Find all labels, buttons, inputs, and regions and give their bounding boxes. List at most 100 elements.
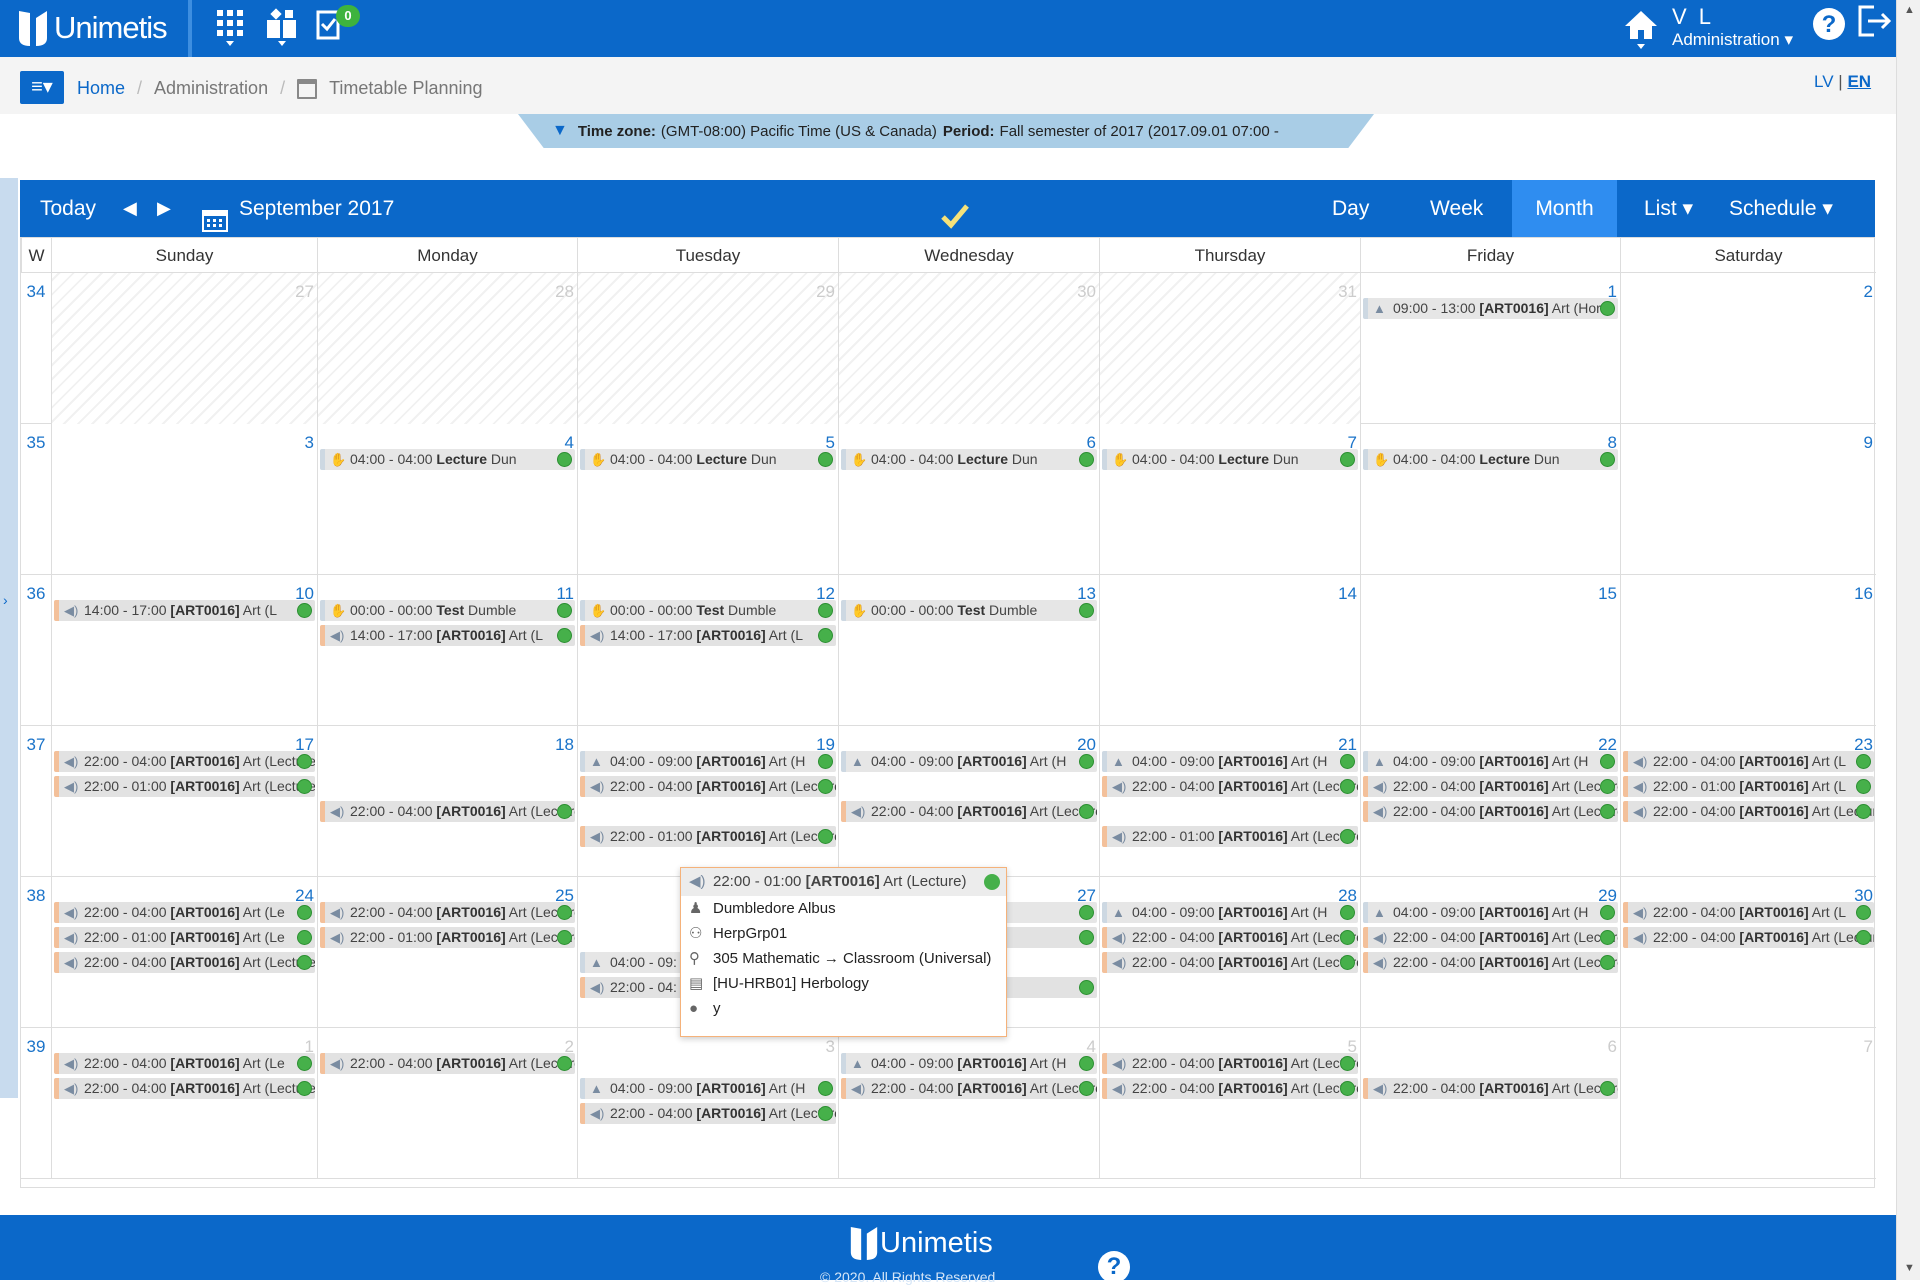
day-cell[interactable]: 19 ▲ 04:00 - 09:00 [ART0016] Art (H ◀) 22:00… [577, 726, 838, 877]
calendar-event[interactable]: ▲ 04:00 - 09:00 [ART0016] Art (H [841, 1053, 1097, 1074]
logout-icon[interactable] [1856, 3, 1892, 44]
day-cell[interactable]: 6 ✋ 04:00 - 04:00 Lecture Dun [838, 424, 1099, 575]
day-cell[interactable]: 1 ◀) 22:00 - 04:00 [ART0016] Art (Le ◀) 22:0… [51, 1028, 317, 1179]
app-logo[interactable]: Unimetis [16, 4, 168, 52]
calendar-event[interactable]: ▲ 09:00 - 13:00 [ART0016] Art (Hor [1363, 298, 1618, 319]
calendar-event[interactable]: ▲ 04:00 - 09:00 [ART0016] Art (H [841, 751, 1097, 772]
day-cell[interactable]: 14 [1099, 575, 1360, 726]
calendar-event[interactable]: ◀) 22:00 - 04:00 [ART0016] Art (Lecture) … [1102, 1078, 1358, 1099]
day-number[interactable]: 28 [555, 282, 574, 302]
lang-en[interactable]: EN [1847, 72, 1871, 91]
day-cell[interactable]: 7 [1620, 1028, 1876, 1179]
calendar-event[interactable]: ◀) 22:00 - 04:00 [ART0016] Art (L [1623, 751, 1874, 772]
day-cell[interactable]: 2 [1620, 273, 1876, 424]
calendar-event[interactable]: ✋ 00:00 - 00:00 Test Dumble [580, 600, 836, 621]
day-cell[interactable]: 5 ✋ 04:00 - 04:00 Lecture Dun [577, 424, 838, 575]
calendar-event[interactable]: ◀) 22:00 - 04:00 [ART0016] Art (Lecture) … [841, 1078, 1097, 1099]
calendar-event[interactable]: ◀) 22:00 - 04:00 [ART0016] Art (Lecture) … [580, 776, 836, 797]
calendar-event[interactable]: ◀) 22:00 - 04:00 [ART0016] Art (Lecture) … [54, 751, 315, 772]
date-picker-icon[interactable] [202, 197, 228, 232]
day-cell[interactable]: 28 ▲ 04:00 - 09:00 [ART0016] Art (H ◀) 22:00… [1099, 877, 1360, 1028]
day-number[interactable]: 14 [1338, 584, 1357, 604]
calendar-event[interactable]: ◀) 22:00 - 04:00 [ART0016] Art (Lecture) … [1102, 1053, 1358, 1074]
footer-help-icon[interactable]: ? [1098, 1251, 1130, 1283]
calendar-event[interactable]: ◀) 22:00 - 04:00 [ART0016] Art (Lecture) … [320, 902, 575, 923]
calendar-event[interactable]: ◀) 22:00 - 04:00 [ART0016] Art (Lecture) … [841, 801, 1097, 822]
calendar-event[interactable]: ◀) 22:00 - 04:00 [ART0016] Art (Lecture) … [320, 801, 575, 822]
day-cell[interactable]: 23 ◀) 22:00 - 04:00 [ART0016] Art (L ◀) 22:0… [1620, 726, 1876, 877]
view-day-button[interactable]: Day [1332, 180, 1369, 237]
day-cell[interactable]: 3 [51, 424, 317, 575]
calendar-event[interactable]: ◀) 22:00 - 04:00 [ART0016] Art (Lecture) … [54, 1078, 315, 1099]
next-arrow-icon[interactable]: ▶ [157, 180, 171, 237]
calendar-event[interactable]: ◀) 22:00 - 04:00 [ART0016] Art (Lecture) … [1363, 801, 1618, 822]
day-cell[interactable]: 30 [838, 273, 1099, 424]
day-number[interactable]: 16 [1854, 584, 1873, 604]
view-month-button[interactable]: Month [1512, 180, 1617, 237]
calendar-event[interactable]: ◀) 22:00 - 01:00 [ART0016] Art (Lecture) … [1102, 826, 1358, 847]
calendar-event[interactable]: ◀) 22:00 - 01:00 [ART0016] Art (L [1623, 776, 1874, 797]
day-number[interactable]: 3 [305, 433, 314, 453]
calendar-event[interactable]: ◀) 22:00 - 04:00 [ART0016] Art (Lecture) … [320, 1053, 575, 1074]
calendar-event[interactable]: ◀) 22:00 - 04:00 [ART0016] Art (Lecture) … [1102, 927, 1358, 948]
calendar-event[interactable]: ◀) 14:00 - 17:00 [ART0016] Art (L [320, 625, 575, 646]
calendar-event[interactable]: ✋ 04:00 - 04:00 Lecture Dun [1363, 449, 1618, 470]
day-number[interactable]: 29 [816, 282, 835, 302]
view-week-button[interactable]: Week [1430, 180, 1483, 237]
calendar-event[interactable]: ▲ 04:00 - 09:00 [ART0016] Art (H [1102, 902, 1358, 923]
day-number[interactable]: 6 [1608, 1037, 1617, 1057]
day-cell[interactable]: 27 [51, 273, 317, 424]
day-cell[interactable]: 16 [1620, 575, 1876, 726]
day-cell[interactable]: 30 ◀) 22:00 - 04:00 [ART0016] Art (L ◀) 22:0… [1620, 877, 1876, 1028]
week-number[interactable]: 34 [21, 273, 51, 424]
calendar-event[interactable]: ◀) 22:00 - 04:00 [ART0016] Art (Lecture) … [1363, 952, 1618, 973]
day-cell[interactable]: 15 [1360, 575, 1620, 726]
apps-grid-icon[interactable] [216, 8, 244, 53]
day-number[interactable]: 15 [1598, 584, 1617, 604]
day-cell[interactable]: 17 ◀) 22:00 - 04:00 [ART0016] Art (Lecture… [51, 726, 317, 877]
day-number[interactable]: 7 [1864, 1037, 1873, 1057]
checkmark-icon[interactable] [940, 194, 970, 229]
day-number[interactable]: 30 [1077, 282, 1096, 302]
day-cell[interactable]: 8 ✋ 04:00 - 04:00 Lecture Dun [1360, 424, 1620, 575]
calendar-event[interactable]: ◀) 22:00 - 04:00 [ART0016] Art (Lecture) … [1363, 776, 1618, 797]
day-cell[interactable]: 3 ▲ 04:00 - 09:00 [ART0016] Art (H ◀) 22:00 … [577, 1028, 838, 1179]
calendar-event[interactable]: ◀) 22:00 - 04:00 [ART0016] Art (Lecture) … [1623, 801, 1874, 822]
week-number[interactable]: 35 [21, 424, 51, 575]
user-menu[interactable]: V L Administration ▾ [1672, 4, 1793, 50]
day-cell[interactable]: 22 ▲ 04:00 - 09:00 [ART0016] Art (H ◀) 22:00… [1360, 726, 1620, 877]
day-cell[interactable]: 28 [317, 273, 577, 424]
day-number[interactable]: 18 [555, 735, 574, 755]
calendar-event[interactable]: ◀) 22:00 - 04:00 [ART0016] Art (L [1623, 902, 1874, 923]
day-cell[interactable]: 25◀)22:00 - 04:00 [ART0016] Art (Lecture… [317, 877, 577, 1028]
day-cell[interactable]: 4 ▲ 04:00 - 09:00 [ART0016] Art (H ◀) 22:00 … [838, 1028, 1099, 1179]
day-cell[interactable]: 18 ◀) 22:00 - 04:00 [ART0016] Art (Lecture… [317, 726, 577, 877]
calendar-event[interactable]: ▲ 04:00 - 09:00 [ART0016] Art (H [580, 751, 836, 772]
timezone-filter-banner[interactable]: ▼ Time zone: (GMT-08:00) Pacific Time (U… [518, 114, 1374, 148]
day-cell[interactable]: 2◀)22:00 - 04:00 [ART0016] Art (Lecture)… [317, 1028, 577, 1179]
day-cell[interactable]: 4 ✋ 04:00 - 04:00 Lecture Dun [317, 424, 577, 575]
day-cell[interactable]: 1 ▲ 09:00 - 13:00 [ART0016] Art (Hor [1360, 273, 1620, 424]
calendar-event[interactable]: ◀) 22:00 - 04:00 [ART0016] Art (Lecture) … [1102, 952, 1358, 973]
week-number[interactable]: 39 [21, 1028, 51, 1179]
collapsed-side-panel[interactable]: › [0, 178, 18, 1098]
calendar-event[interactable]: ✋ 04:00 - 04:00 Lecture Dun [320, 449, 575, 470]
calendar-event[interactable]: ▲ 04:00 - 09:00 [ART0016] Art (H [1102, 751, 1358, 772]
help-icon[interactable]: ? [1812, 7, 1846, 46]
home-icon[interactable] [1624, 9, 1658, 56]
day-cell[interactable]: 9 [1620, 424, 1876, 575]
week-number[interactable]: 38 [21, 877, 51, 1028]
day-cell[interactable]: 13 ✋ 00:00 - 00:00 Test Dumble [838, 575, 1099, 726]
day-cell[interactable]: 24 ◀) 22:00 - 04:00 [ART0016] Art (Le ◀) 22:… [51, 877, 317, 1028]
today-button[interactable]: Today [40, 180, 96, 237]
day-number[interactable]: 3 [826, 1037, 835, 1057]
breadcrumb-home[interactable]: Home [77, 78, 125, 99]
day-cell[interactable]: 10 ◀) 14:00 - 17:00 [ART0016] Art (L [51, 575, 317, 726]
day-cell[interactable]: 29 ▲ 04:00 - 09:00 [ART0016] Art (H ◀) 22:00… [1360, 877, 1620, 1028]
week-number[interactable]: 36 [21, 575, 51, 726]
page-scrollbar[interactable]: ▲ ▼ [1896, 0, 1920, 1280]
calendar-event[interactable]: ▲ 04:00 - 09:00 [ART0016] Art (H [580, 1078, 836, 1099]
side-menu-button[interactable]: ≡▾ [20, 71, 64, 104]
breadcrumb-admin[interactable]: Administration [154, 78, 268, 99]
calendar-event[interactable]: ◀) 22:00 - 04:00 [ART0016] Art (Lecture) … [580, 1103, 836, 1124]
